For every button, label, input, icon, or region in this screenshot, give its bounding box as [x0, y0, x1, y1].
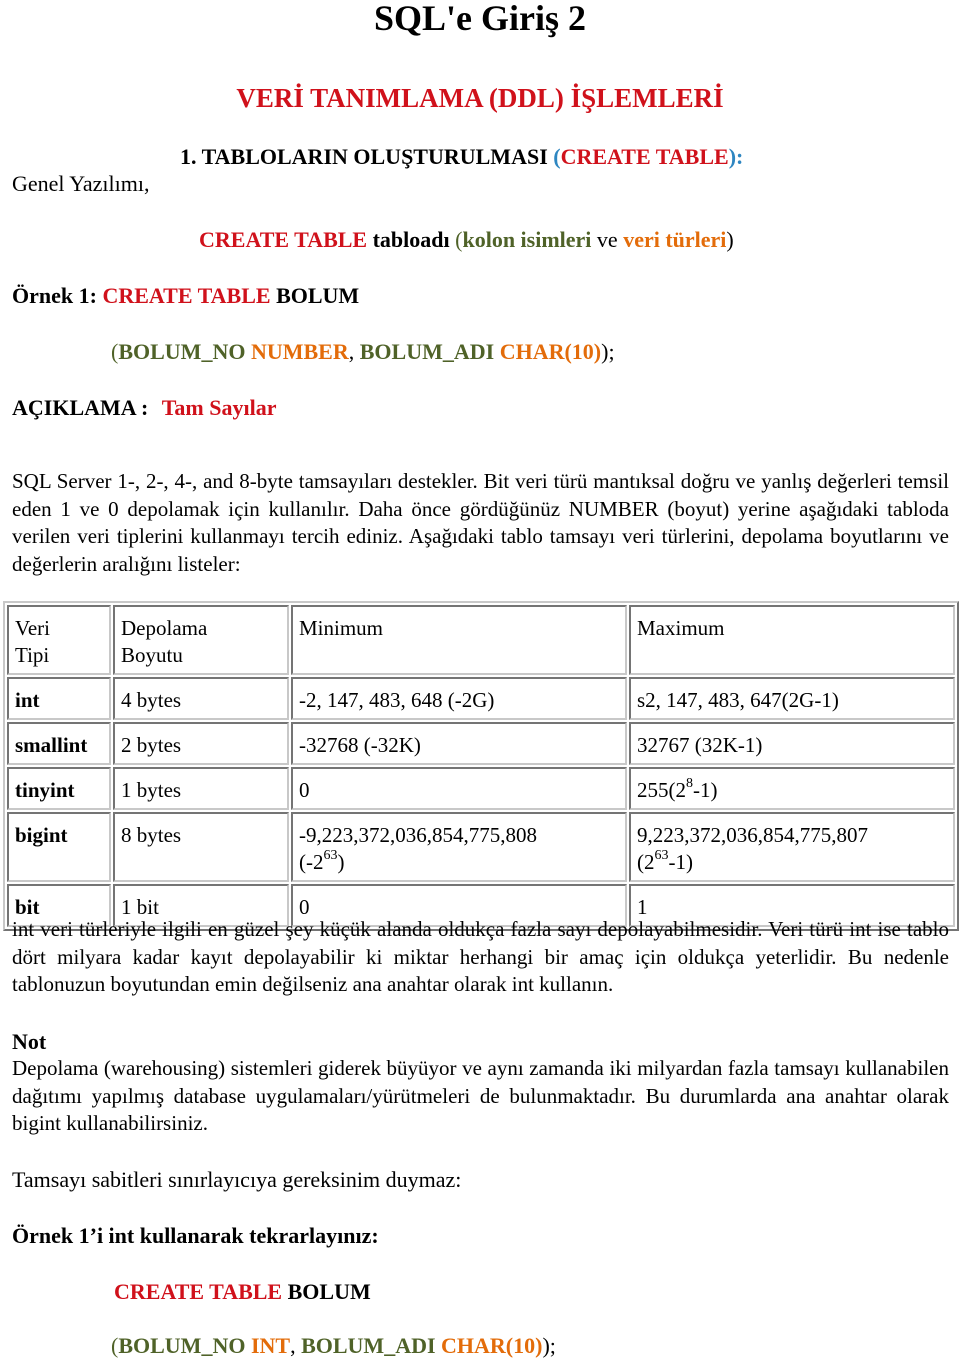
- example1-line1: Örnek 1: CREATE TABLE BOLUM: [12, 282, 359, 310]
- table-row: int 4 bytes -2, 147, 483, 648 (-2G) s2, …: [7, 677, 955, 720]
- cell-max: 9,223,372,036,854,775,807 (263-1): [629, 812, 955, 882]
- note-text: Depolama (warehousing) sistemleri gidere…: [12, 1056, 949, 1135]
- cell-size: 2 bytes: [113, 722, 289, 765]
- example2-col1: BOLUM_NO: [118, 1333, 246, 1358]
- subsection-number-text: 1. TABLOLARIN OLUŞTURULMASI: [180, 144, 554, 169]
- cell-max: s2, 147, 483, 647(2G-1): [629, 677, 955, 720]
- header-minimum: Minimum: [291, 605, 627, 675]
- cell-size: 1 bytes: [113, 767, 289, 810]
- example1-label: Örnek 1:: [12, 283, 103, 308]
- example1-type2: CHAR(10): [494, 339, 602, 364]
- example1-type1: NUMBER: [245, 339, 349, 364]
- cell-min: -9,223,372,036,854,775,808 (-263): [291, 812, 627, 882]
- header-maximum: Maximum: [629, 605, 955, 675]
- example1-close: );: [601, 339, 615, 364]
- cell-max: 32767 (32K-1): [629, 722, 955, 765]
- aciklama-value: Tam Sayılar: [161, 395, 277, 420]
- table-header-row: Veri Tipi Depolama Boyutu Minimum Maximum: [7, 605, 955, 675]
- table-row: bigint 8 bytes -9,223,372,036,854,775,80…: [7, 812, 955, 882]
- syntax-line: CREATE TABLE tabloadı (kolon isimleri ve…: [199, 226, 734, 254]
- paragraph-constants: Tamsayı sabitleri sınırlayıcıya gereksin…: [12, 1167, 462, 1192]
- section-heading: VERİ TANIMLAMA (DDL) İŞLEMLERİ: [236, 83, 724, 113]
- table-row: tinyint 1 bytes 0 255(28-1): [7, 767, 955, 810]
- example1-col1: BOLUM_NO: [118, 339, 246, 364]
- cell-max: 255(28-1): [629, 767, 955, 810]
- example1-table-name: BOLUM: [270, 283, 360, 308]
- cell-size: 4 bytes: [113, 677, 289, 720]
- example2-keyword: CREATE TABLE: [114, 1279, 283, 1304]
- subsection-open-paren: (: [553, 144, 561, 169]
- syntax-types: veri türleri: [623, 227, 727, 252]
- cell-size: 8 bytes: [113, 812, 289, 882]
- example2-line2: (BOLUM_NO INT, BOLUM_ADI CHAR(10));: [111, 1332, 556, 1360]
- example2-line1: CREATE TABLE BOLUM: [114, 1278, 371, 1306]
- example2-table-name: BOLUM: [282, 1279, 371, 1304]
- example1-comma: ,: [348, 339, 360, 364]
- example1-keyword: CREATE TABLE: [102, 283, 271, 308]
- syntax-close-paren: ): [726, 227, 734, 252]
- aciklama-line: AÇIKLAMA : Tam Sayılar: [12, 394, 277, 422]
- paragraph-int-benefits: int veri türleriyle ilgili en güzel şey …: [12, 917, 949, 996]
- table-row: smallint 2 bytes -32768 (-32K) 32767 (32…: [7, 722, 955, 765]
- subsection-close-paren: ): [728, 144, 737, 169]
- example2-close: );: [542, 1333, 556, 1358]
- page-title: SQL'e Giriş 2: [373, 0, 586, 38]
- example1-col2: BOLUM_ADI: [359, 339, 495, 364]
- cell-min: -2, 147, 483, 648 (-2G): [291, 677, 627, 720]
- header-depolama-boyutu: Depolama Boyutu: [113, 605, 289, 675]
- example2-type2: CHAR(10): [435, 1333, 543, 1358]
- subsection-keyword: CREATE TABLE: [560, 144, 729, 169]
- example2-type1: INT: [245, 1333, 291, 1358]
- syntax-and: ve: [591, 227, 624, 252]
- cell-type: smallint: [7, 722, 111, 765]
- example2-col2: BOLUM_ADI: [301, 1333, 436, 1358]
- integer-types-table: Veri Tipi Depolama Boyutu Minimum Maximum …: [3, 601, 959, 931]
- cell-type: int: [7, 677, 111, 720]
- example2-comma: ,: [290, 1333, 302, 1358]
- subsection-colon: :: [736, 144, 744, 169]
- cell-min: -32768 (-32K): [291, 722, 627, 765]
- subsection-heading: 1. TABLOLARIN OLUŞTURULMASI (CREATE TABL…: [180, 142, 743, 172]
- example-repeat-label: Örnek 1’i int kullanarak tekrarlayınız:: [12, 1223, 379, 1248]
- note-heading: Not: [12, 1029, 47, 1054]
- cell-type: tinyint: [7, 767, 111, 810]
- syntax-keyword: CREATE TABLE: [199, 227, 368, 252]
- general-syntax-label: Genel Yazılımı,: [12, 171, 150, 196]
- cell-type: bigint: [7, 812, 111, 882]
- header-veri-tipi: Veri Tipi: [7, 605, 111, 675]
- syntax-columns: kolon isimleri: [462, 227, 592, 252]
- example1-line2: (BOLUM_NO NUMBER, BOLUM_ADI CHAR(10));: [111, 338, 615, 366]
- aciklama-label: AÇIKLAMA :: [12, 395, 154, 420]
- syntax-table-word: tabloadı: [367, 227, 456, 252]
- cell-min: 0: [291, 767, 627, 810]
- paragraph-intro: SQL Server 1-, 2-, 4-, and 8-byte tamsay…: [12, 469, 949, 576]
